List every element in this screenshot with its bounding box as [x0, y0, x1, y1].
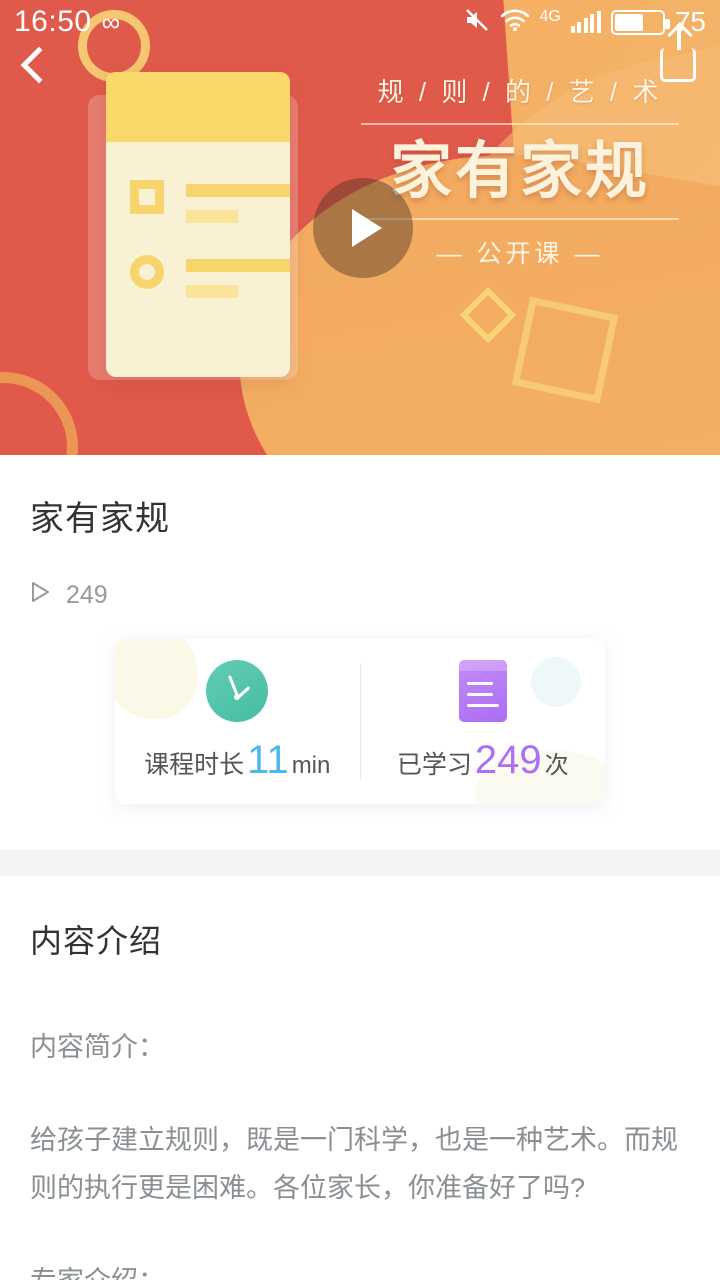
stats-card-wrap: 课程时长 11 min 已学习 249 次 [0, 611, 720, 850]
decor-square [511, 296, 619, 404]
clock-center-dot [234, 694, 241, 700]
stat-studied-label: 已学习 [396, 751, 472, 779]
intro-label: 内容简介： [30, 1032, 165, 1062]
top-nav [0, 24, 720, 96]
stat-duration-value: 11 [247, 738, 289, 782]
play-button[interactable] [313, 178, 413, 278]
stat-duration-label: 课程时长 [144, 751, 245, 779]
paper-illustration [106, 72, 290, 377]
checklist-square-bullet-icon [130, 180, 164, 214]
stat-duration-line: 课程时长 11 min [144, 738, 330, 783]
book-line [466, 704, 499, 708]
stat-studied-unit: 次 [544, 752, 569, 779]
course-title-block: 家有家规 249 [0, 455, 720, 611]
book-line [466, 682, 493, 686]
stat-studied-line: 已学习 249 次 [397, 738, 569, 783]
banner-divider-top [361, 123, 679, 125]
play-count-value: 249 [66, 581, 108, 609]
page-title: 家有家规 [30, 500, 170, 538]
checklist-line [186, 184, 290, 197]
signal-bars-icon [570, 11, 601, 33]
share-icon[interactable] [660, 24, 696, 82]
content-section-title: 内容介绍 [30, 923, 163, 959]
intro-body: 给孩子建立规则，既是一门科学，也是一种艺术。而规则的执行更是困难。各位家长，你准… [30, 1125, 678, 1203]
stat-studied: 已学习 249 次 [361, 639, 606, 804]
book-icon [458, 660, 507, 722]
stats-card: 课程时长 11 min 已学习 249 次 [115, 639, 605, 804]
play-count-row: 249 [30, 580, 690, 611]
banner-title: 家有家规 [389, 137, 650, 206]
infinity-icon: ∞ [101, 6, 121, 37]
stat-studied-value: 249 [474, 738, 542, 782]
expert-label: 专家介绍： [30, 1258, 690, 1280]
network-type-label: 4G [539, 8, 561, 25]
content-section: 内容介绍 内容简介： 给孩子建立规则，既是一门科学，也是一种艺术。而规则的执行更… [0, 876, 720, 1280]
back-icon[interactable] [20, 46, 58, 84]
stat-duration-unit: min [291, 752, 331, 779]
mute-icon [464, 8, 490, 37]
play-icon [352, 209, 382, 247]
content-body: 内容简介： 给孩子建立规则，既是一门科学，也是一种艺术。而规则的执行更是困难。各… [30, 1024, 690, 1280]
battery-icon [610, 9, 670, 35]
checklist-line [186, 210, 238, 223]
checklist-circle-bullet-icon [130, 255, 164, 289]
checklist-line [186, 285, 238, 298]
clock-icon [206, 660, 269, 722]
book-line [466, 693, 493, 697]
play-count-icon [30, 580, 52, 611]
stat-duration: 课程时长 11 min [115, 639, 360, 804]
wifi-icon [500, 8, 530, 37]
section-divider [0, 850, 720, 876]
checklist-line [186, 259, 290, 272]
